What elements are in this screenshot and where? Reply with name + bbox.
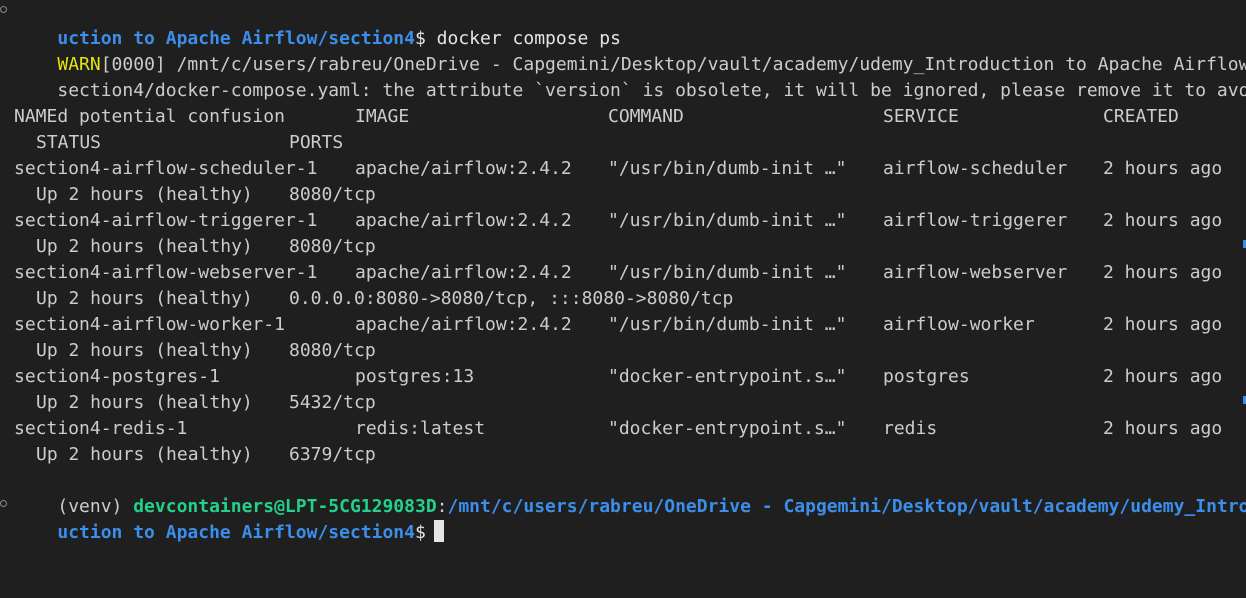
container-image: apache/airflow:2.4.2 bbox=[355, 156, 572, 182]
column-header-service: SERVICE bbox=[883, 104, 959, 130]
container-service: airflow-webserver bbox=[883, 260, 1067, 286]
container-service: airflow-worker bbox=[883, 312, 1035, 338]
command-decoration-icon[interactable] bbox=[0, 6, 7, 13]
table-header: STATUS PORTS bbox=[14, 130, 1234, 156]
container-created: 2 hours ago bbox=[1103, 416, 1222, 442]
container-image: apache/airflow:2.4.2 bbox=[355, 312, 572, 338]
command-line: uction to Apache Airflow/section4$ docke… bbox=[14, 0, 621, 26]
container-service: airflow-triggerer bbox=[883, 208, 1067, 234]
container-image: apache/airflow:2.4.2 bbox=[355, 260, 572, 286]
table-row: Up 2 hours (healthy) 8080/tcp bbox=[14, 338, 1234, 364]
container-name: section4-airflow-worker-1 bbox=[14, 312, 285, 338]
container-created: 2 hours ago bbox=[1103, 312, 1222, 338]
prompt-line: (venv) devcontainers@LPT-5CG129083D:/mnt… bbox=[14, 468, 1246, 494]
container-status: Up 2 hours (healthy) bbox=[36, 234, 253, 260]
container-service: airflow-scheduler bbox=[883, 156, 1067, 182]
container-image: redis:latest bbox=[355, 416, 485, 442]
container-status: Up 2 hours (healthy) bbox=[36, 286, 253, 312]
container-created: 2 hours ago bbox=[1103, 364, 1222, 390]
container-ports: 6379/tcp bbox=[289, 442, 376, 468]
prompt-path: /mnt/c/users/rabreu/OneDrive - Capgemini… bbox=[448, 496, 1246, 517]
container-service: redis bbox=[883, 416, 937, 442]
column-header-name: NAME bbox=[14, 104, 57, 130]
terminal-panel[interactable]: uction to Apache Airflow/section4$ docke… bbox=[0, 0, 1246, 519]
container-name: section4-airflow-triggerer-1 bbox=[14, 208, 317, 234]
container-status: Up 2 hours (healthy) bbox=[36, 442, 253, 468]
table-row: Up 2 hours (healthy) 8080/tcp bbox=[14, 182, 1234, 208]
prompt-line[interactable]: uction to Apache Airflow/section4$ bbox=[14, 494, 444, 520]
prompt-path: uction to Apache Airflow/section4 bbox=[57, 522, 415, 543]
warning-line: d potential confusion bbox=[14, 78, 285, 104]
table-row: Up 2 hours (healthy) 0.0.0.0:8080->8080/… bbox=[14, 286, 1234, 312]
container-command: "/usr/bin/dumb-init …" bbox=[608, 260, 846, 286]
container-name: section4-airflow-webserver-1 bbox=[14, 260, 317, 286]
table-header: NAME IMAGE COMMAND SERVICE CREATED bbox=[14, 104, 1234, 130]
container-created: 2 hours ago bbox=[1103, 208, 1222, 234]
container-status: Up 2 hours (healthy) bbox=[36, 390, 253, 416]
container-ports: 8080/tcp bbox=[289, 234, 376, 260]
table-row: section4-redis-1 redis:latest "docker-en… bbox=[14, 416, 1234, 442]
column-header-ports: PORTS bbox=[289, 130, 343, 156]
column-header-image: IMAGE bbox=[355, 104, 409, 130]
table-row: section4-airflow-webserver-1 apache/airf… bbox=[14, 260, 1234, 286]
container-ports: 0.0.0.0:8080->8080/tcp, :::8080->8080/tc… bbox=[289, 286, 733, 312]
table-row: section4-airflow-worker-1 apache/airflow… bbox=[14, 312, 1234, 338]
container-created: 2 hours ago bbox=[1103, 156, 1222, 182]
container-name: section4-redis-1 bbox=[14, 416, 187, 442]
container-status: Up 2 hours (healthy) bbox=[36, 182, 253, 208]
table-row: section4-postgres-1 postgres:13 "docker-… bbox=[14, 364, 1234, 390]
table-row: Up 2 hours (healthy) 8080/tcp bbox=[14, 234, 1234, 260]
command-decoration-icon[interactable] bbox=[0, 500, 7, 507]
table-row: Up 2 hours (healthy) 6379/tcp bbox=[14, 442, 1234, 468]
container-command: "/usr/bin/dumb-init …" bbox=[608, 208, 846, 234]
table-row: section4-airflow-scheduler-1 apache/airf… bbox=[14, 156, 1234, 182]
prompt-symbol: $ bbox=[415, 522, 426, 543]
container-command: "docker-entrypoint.s…" bbox=[608, 364, 846, 390]
container-name: section4-postgres-1 bbox=[14, 364, 220, 390]
container-image: apache/airflow:2.4.2 bbox=[355, 208, 572, 234]
container-ports: 8080/tcp bbox=[289, 338, 376, 364]
container-command: "/usr/bin/dumb-init …" bbox=[608, 156, 846, 182]
warning-line: WARN[0000] /mnt/c/users/rabreu/OneDrive … bbox=[14, 26, 1246, 52]
column-header-created: CREATED bbox=[1103, 104, 1179, 130]
text-cursor[interactable] bbox=[434, 520, 444, 542]
container-command: "docker-entrypoint.s…" bbox=[608, 416, 846, 442]
container-command: "/usr/bin/dumb-init …" bbox=[608, 312, 846, 338]
container-service: postgres bbox=[883, 364, 970, 390]
table-row: section4-airflow-triggerer-1 apache/airf… bbox=[14, 208, 1234, 234]
container-ports: 5432/tcp bbox=[289, 390, 376, 416]
container-ports: 8080/tcp bbox=[289, 182, 376, 208]
table-row: Up 2 hours (healthy) 5432/tcp bbox=[14, 390, 1234, 416]
container-name: section4-airflow-scheduler-1 bbox=[14, 156, 317, 182]
container-image: postgres:13 bbox=[355, 364, 474, 390]
container-status: Up 2 hours (healthy) bbox=[36, 338, 253, 364]
warning-line: section4/docker-compose.yaml: the attrib… bbox=[14, 52, 1246, 78]
column-header-command: COMMAND bbox=[608, 104, 684, 130]
container-created: 2 hours ago bbox=[1103, 260, 1222, 286]
column-header-status: STATUS bbox=[36, 130, 101, 156]
